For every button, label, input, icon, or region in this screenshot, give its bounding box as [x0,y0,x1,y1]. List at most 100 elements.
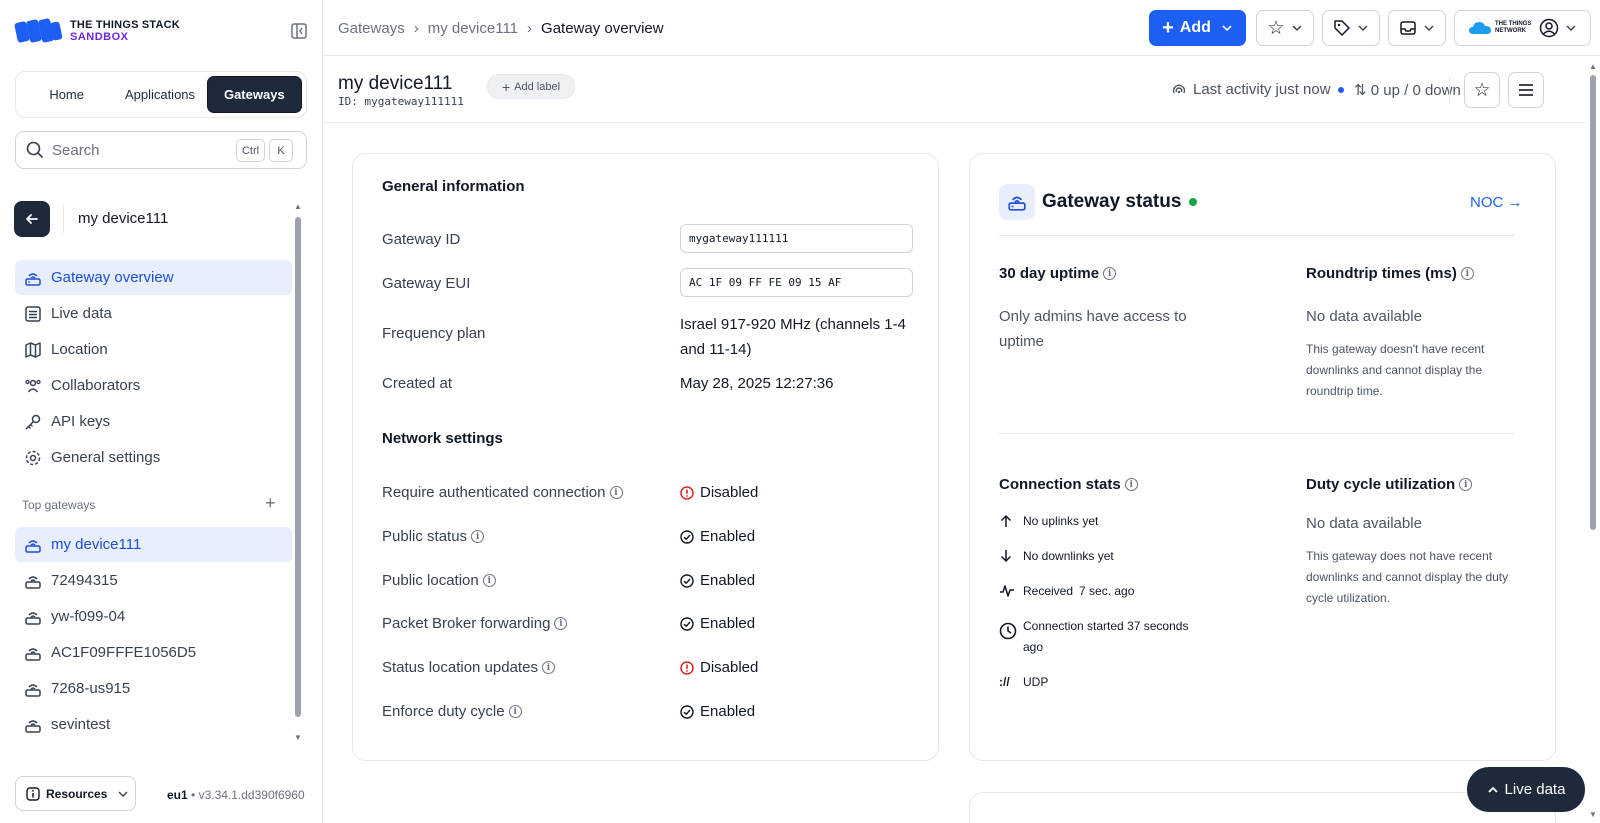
bookmarks-button[interactable]: ☆ [1256,10,1314,46]
add-button[interactable]: + Add [1149,10,1246,46]
sidebar-item-api-keys[interactable]: API keys [15,404,292,439]
page-title: my device111 [338,73,453,94]
gateway-status-label: Gateway status [1042,191,1182,212]
duty-cycle-value: No data available [1306,515,1422,532]
setting-label: Public location [382,572,479,589]
uplinks-stat: No uplinks yet [999,511,1098,532]
setting-label: Require authenticated connection [382,484,606,501]
setting-value: Enabled [700,572,756,589]
inbox-icon [1400,21,1416,35]
tags-button[interactable] [1322,10,1380,46]
info-icon[interactable]: i [508,705,522,718]
alert-circle-icon [680,485,694,500]
roundtrip-desc-line1: This gateway doesn't have recent [1306,342,1485,356]
network-row-value: Disabled [680,484,758,501]
roundtrip-title: Roundtrip times (ms) i [1306,265,1474,282]
top-gateway-item[interactable]: AC1F09FFFE1056D5 [15,635,292,670]
chevron-down-icon [1292,25,1302,31]
sidebar-item-label: API keys [51,413,111,430]
chevron-down-icon [118,791,128,797]
noc-link[interactable]: NOC → [1470,194,1523,211]
top-gateway-item[interactable]: yw-f099-04 [15,599,292,634]
top-gateways-title: Top gateways [22,498,96,512]
received-stat: Received 7 sec. ago [999,581,1134,602]
status-online-dot [1189,198,1198,206]
scroll-up-icon[interactable]: ▲ [1589,62,1597,71]
info-icon[interactable]: i [1460,267,1474,280]
connection-started-stat: Connection started 37 seconds ago [999,616,1188,658]
info-icon[interactable]: i [1124,478,1138,491]
traffic-text: 0 up / 0 down [1370,82,1461,99]
top-gateway-item[interactable]: 72494315 [15,563,292,598]
check-circle-icon [680,529,694,544]
last-activity-text: Last activity just now [1193,81,1331,98]
gateway-eui-field[interactable]: AC 1F 09 FF FE 09 15 AF [680,268,913,297]
inbox-button[interactable] [1388,10,1446,46]
profile-button[interactable]: THE THINGS NETWORK [1454,10,1591,46]
info-icon[interactable]: i [554,617,568,630]
sidebar-item-general-settings[interactable]: General settings [15,440,292,475]
info-icon[interactable]: i [1103,267,1117,280]
chevron-right-icon: › [413,20,419,37]
last-activity: Last activity just now [1171,81,1344,98]
up-down-arrows-icon: ⇅ [1354,82,1367,99]
back-button[interactable] [14,201,50,237]
users-icon [23,376,43,396]
gateway-icon [23,535,43,555]
network-row-label: Public location i [382,572,496,589]
duty-desc-line1: This gateway does not have recent [1306,549,1493,563]
sidebar-item-gateway-overview[interactable]: Gateway overview [15,260,292,295]
sidebar-collapse-icon[interactable] [290,22,308,40]
menu-button[interactable] [1508,72,1544,108]
gateway-status-title: Gateway status [1042,191,1198,213]
roundtrip-desc-line3: roundtrip time. [1306,384,1383,398]
version-label: v3.34.1.dd390f6960 [198,788,305,802]
info-icon[interactable]: i [471,530,485,543]
setting-value: Enabled [700,703,756,720]
chevron-down-icon [1424,25,1434,31]
created-at-value: May 28, 2025 12:27:36 [680,375,834,392]
network-row-value: Enabled [680,528,755,545]
sidebar: THE THINGS STACK SANDBOX Home Applicatio… [0,0,323,823]
tab-applications[interactable]: Applications [113,76,206,113]
top-gateway-item[interactable]: sevintest [15,707,292,742]
top-gateway-item[interactable]: 7268-us915 [15,671,292,706]
scroll-down-icon[interactable]: ▼ [294,733,302,742]
info-icon[interactable]: i [541,661,555,674]
breadcrumb-device[interactable]: my device111 [428,20,518,37]
sidebar-scrollbar[interactable] [295,217,301,717]
sidebar-item-location[interactable]: Location [15,332,292,367]
tab-home[interactable]: Home [20,76,113,113]
breadcrumb-gateways[interactable]: Gateways [338,20,405,37]
resources-button[interactable]: Resources [15,776,136,811]
add-gateway-icon[interactable]: + [265,493,276,514]
live-data-button[interactable]: Live data [1467,767,1585,812]
info-icon[interactable]: i [609,486,623,499]
check-circle-icon [680,704,694,719]
map-icon [23,340,43,360]
uptime-line2: uptime [999,333,1045,350]
bookmark-button[interactable]: ☆ [1464,72,1500,108]
gateway-id-field[interactable]: mygateway111111 [680,224,913,253]
sidebar-item-live-data[interactable]: Live data [15,296,292,331]
gateway-icon [23,607,43,627]
alert-circle-icon [680,660,694,675]
kbd-ctrl: Ctrl [236,139,265,162]
top-gateway-item[interactable]: my device111 [15,527,292,562]
duty-desc-line3: cycle utilization. [1306,591,1391,605]
gateway-id-label: Gateway ID [382,231,461,248]
add-label-button[interactable]: + Add label [487,74,575,99]
scroll-down-icon[interactable]: ▼ [1589,810,1597,819]
gateway-icon [23,571,43,591]
search-input[interactable]: Search Ctrl K [15,131,307,169]
logo[interactable]: THE THINGS STACK SANDBOX [14,16,180,46]
main-tabs: Home Applications Gateways [15,71,307,118]
info-icon[interactable]: i [1459,478,1473,491]
info-icon[interactable]: i [482,574,496,587]
main-scrollbar[interactable] [1590,75,1596,530]
tab-gateways[interactable]: Gateways [206,76,302,113]
sidebar-item-collaborators[interactable]: Collaborators [15,368,292,403]
sidebar-item-label: General settings [51,449,161,466]
frequency-plan-label: Frequency plan [382,325,486,342]
scroll-up-icon[interactable]: ▲ [294,202,302,211]
